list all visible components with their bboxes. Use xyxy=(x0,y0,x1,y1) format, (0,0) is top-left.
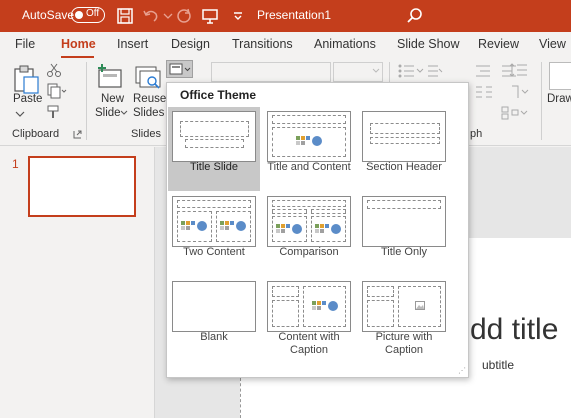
tab-animations[interactable]: Animations xyxy=(314,37,376,51)
content-icons xyxy=(220,221,246,231)
layout-preview xyxy=(362,111,446,162)
layout-comparison[interactable]: Comparison xyxy=(263,192,355,276)
title-placeholder[interactable]: dd title xyxy=(470,313,558,347)
layout-label: Blank xyxy=(200,331,228,343)
layout-label: Title Only xyxy=(380,246,428,258)
new-slide-label[interactable]: New xyxy=(101,93,124,105)
group-label-clipboard: Clipboard xyxy=(12,128,60,140)
layout-label: Title Slide xyxy=(190,161,238,173)
tab-view[interactable]: View xyxy=(539,37,566,51)
dialog-launcher-icon[interactable] xyxy=(73,130,82,139)
layout-icon xyxy=(169,63,191,75)
smartart-icon[interactable] xyxy=(500,105,528,121)
layout-label: Title and Content xyxy=(267,161,351,173)
new-slide-icon[interactable] xyxy=(95,62,125,92)
group-label-slides: Slides xyxy=(131,128,161,140)
autosave-state: Off xyxy=(86,8,100,19)
line-spacing-icon[interactable] xyxy=(508,62,530,78)
copy-icon[interactable] xyxy=(46,83,68,99)
content-icons xyxy=(312,301,338,311)
tab-home[interactable]: Home xyxy=(61,37,96,51)
content-icons xyxy=(276,224,302,234)
layout-preview xyxy=(267,196,351,247)
placeholder-border xyxy=(240,378,241,418)
autosave-toggle[interactable]: Off xyxy=(71,7,105,23)
layout-label: Content with Caption xyxy=(278,331,340,356)
layout-title-only[interactable]: Title Only xyxy=(358,192,450,276)
reuse-slides-icon[interactable] xyxy=(134,64,164,92)
layout-section-header[interactable]: Section Header xyxy=(358,107,450,191)
bullets-icon[interactable] xyxy=(396,63,444,79)
layout-button[interactable] xyxy=(166,60,193,78)
customize-qat-icon[interactable] xyxy=(228,6,248,26)
draw-icon[interactable] xyxy=(549,62,571,90)
slides-pane: 1 xyxy=(0,147,155,418)
layout-content-with-caption[interactable]: Content with Caption xyxy=(263,277,355,361)
document-title: Presentation1 xyxy=(257,8,332,22)
chevron-down-icon[interactable] xyxy=(120,110,128,116)
redo-icon[interactable] xyxy=(174,6,194,26)
layout-label: Comparison xyxy=(279,246,339,258)
cut-icon[interactable] xyxy=(46,62,62,78)
layout-blank[interactable]: Blank xyxy=(168,277,260,361)
layout-preview xyxy=(362,196,446,247)
tab-slide-show[interactable]: Slide Show xyxy=(397,37,460,51)
chevron-down-icon[interactable] xyxy=(14,110,26,118)
layout-preview xyxy=(172,196,256,247)
reuse-slides-label[interactable]: Reuse xyxy=(133,93,166,105)
title-bar: AutoSave Off Presentation1 xyxy=(0,0,571,32)
group-separator xyxy=(86,62,87,140)
tab-review[interactable]: Review xyxy=(478,37,519,51)
layout-picture-with-caption[interactable]: Picture with Caption xyxy=(358,277,450,361)
search-icon[interactable] xyxy=(405,6,425,26)
picture-icon xyxy=(415,301,425,310)
start-slideshow-icon[interactable] xyxy=(200,6,220,26)
layout-preview xyxy=(267,111,351,162)
ribbon-tabs: File Home Insert Design Transitions Anim… xyxy=(0,32,571,59)
content-icons xyxy=(181,221,207,231)
gallery-heading: Office Theme xyxy=(180,88,257,102)
slide-number: 1 xyxy=(12,157,19,171)
tab-file[interactable]: File xyxy=(15,37,35,51)
layout-two-content[interactable]: Two Content xyxy=(168,192,260,276)
autosave-label: AutoSave xyxy=(22,8,75,22)
save-icon[interactable] xyxy=(115,6,135,26)
layout-title-and-content[interactable]: Title and Content xyxy=(263,107,355,191)
layout-label: Two Content xyxy=(183,246,245,258)
format-painter-icon[interactable] xyxy=(46,104,62,120)
reuse-slides-label-2[interactable]: Slides xyxy=(133,107,164,119)
chevron-down-icon[interactable] xyxy=(372,68,380,74)
new-slide-label-2[interactable]: Slide xyxy=(95,107,121,119)
tab-transitions[interactable]: Transitions xyxy=(232,37,293,51)
layout-preview xyxy=(172,111,256,162)
slide-thumbnail[interactable] xyxy=(28,156,136,217)
layout-preview xyxy=(267,281,351,332)
toggle-knob xyxy=(75,10,83,19)
content-icons xyxy=(315,224,341,234)
layout-preview xyxy=(172,281,256,332)
layout-title-slide[interactable]: Title Slide xyxy=(168,107,260,191)
tab-design[interactable]: Design xyxy=(171,37,210,51)
layout-label: Section Header xyxy=(366,161,442,173)
subtitle-placeholder[interactable]: ubtitle xyxy=(482,358,514,372)
text-direction-icon[interactable] xyxy=(508,84,530,100)
layout-label: Picture with Caption xyxy=(375,331,433,356)
paste-button[interactable]: Paste xyxy=(13,93,42,105)
draw-button[interactable]: Draw xyxy=(547,93,571,105)
paste-icon[interactable] xyxy=(12,64,42,96)
content-icons xyxy=(296,136,322,146)
layout-preview xyxy=(362,281,446,332)
tab-insert[interactable]: Insert xyxy=(117,37,148,51)
group-separator xyxy=(541,62,542,140)
group-label-paragraph: ph xyxy=(470,128,483,140)
resize-grip-icon[interactable]: ⋰ xyxy=(458,366,466,375)
layout-gallery: Office Theme Title Slide Title and Conte… xyxy=(166,82,469,378)
font-name-box[interactable] xyxy=(211,62,331,82)
